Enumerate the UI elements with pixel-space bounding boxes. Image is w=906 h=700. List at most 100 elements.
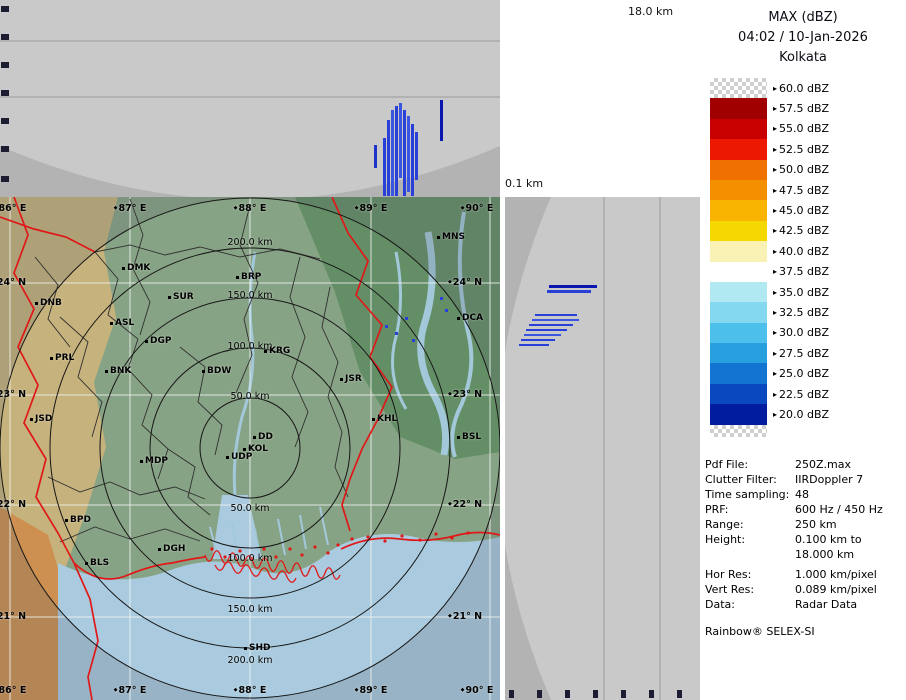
right-cross-section-panel bbox=[505, 197, 700, 700]
station-name: BLS bbox=[90, 558, 109, 568]
grid-tick-icon: ◆ bbox=[448, 613, 452, 619]
info-label: Time sampling: bbox=[705, 488, 789, 501]
station-name: KHL bbox=[377, 414, 397, 424]
station-name: DMK bbox=[127, 263, 150, 273]
product-info-block: Pdf File:250Z.maxClutter Filter:IIRDoppl… bbox=[700, 458, 906, 613]
radar-echo-pixel bbox=[440, 297, 443, 300]
station-dot bbox=[30, 418, 33, 421]
dbz-swatch bbox=[710, 200, 767, 220]
scale-tick-icon: ▸ bbox=[773, 247, 777, 256]
dbz-swatch bbox=[710, 119, 767, 139]
station-name: KRG bbox=[269, 346, 290, 356]
dbz-color-scale: ▸60.0 dBZ▸57.5 dBZ▸55.0 dBZ▸52.5 dBZ▸50.… bbox=[710, 78, 900, 437]
lon-text: 90° E bbox=[466, 685, 494, 696]
scale-tick-icon: ▸ bbox=[773, 308, 777, 317]
station-name: BPD bbox=[70, 515, 91, 525]
radar-echo-bar bbox=[415, 132, 418, 180]
scale-tick-icon: ▸ bbox=[773, 267, 777, 276]
axis-tick bbox=[537, 690, 542, 698]
info-label: Clutter Filter: bbox=[705, 473, 777, 486]
info-label: Data: bbox=[705, 598, 735, 611]
dbz-label: ▸40.0 dBZ bbox=[767, 245, 829, 258]
station-dot bbox=[145, 340, 148, 343]
dbz-value: 30.0 dBZ bbox=[779, 326, 829, 339]
dbz-scale-row: ▸25.0 dBZ bbox=[710, 363, 900, 383]
info-row: Height:0.100 km to bbox=[700, 533, 906, 548]
lat-label: ◆23° N bbox=[0, 389, 26, 400]
station-label: BNK bbox=[105, 366, 131, 376]
station-dot bbox=[65, 519, 68, 522]
station-label: DGP bbox=[145, 336, 171, 346]
grid-tick-icon: ◆ bbox=[114, 205, 118, 211]
dbz-value: 40.0 dBZ bbox=[779, 245, 829, 258]
info-value: Radar Data bbox=[795, 598, 857, 611]
radar-echo-bar bbox=[521, 339, 555, 341]
station-name: BRP bbox=[241, 272, 261, 282]
grid-tick-icon: ◆ bbox=[355, 205, 359, 211]
radar-echo-bar bbox=[519, 344, 549, 346]
dbz-scale-row: ▸27.5 dBZ bbox=[710, 343, 900, 363]
station-dot bbox=[140, 460, 143, 463]
dbz-label: ▸60.0 dBZ bbox=[767, 82, 829, 95]
dbz-swatch bbox=[710, 262, 767, 282]
station-dot bbox=[340, 378, 343, 381]
station-dot bbox=[168, 296, 171, 299]
lat-label: ◆24° N bbox=[0, 277, 26, 288]
dbz-swatch bbox=[710, 221, 767, 241]
radar-station-name: Kolkata bbox=[700, 48, 906, 68]
axis-tick bbox=[1, 6, 9, 12]
dbz-label: ▸27.5 dBZ bbox=[767, 347, 829, 360]
grid-tick-icon: ◆ bbox=[461, 205, 465, 211]
radar-echo-bar bbox=[399, 103, 402, 178]
dbz-swatch bbox=[710, 98, 767, 118]
station-dot bbox=[457, 317, 460, 320]
station-name: DNB bbox=[40, 298, 62, 308]
lat-label: ◆22° N bbox=[448, 499, 482, 510]
station-label: ASL bbox=[110, 318, 134, 328]
radar-echo-bar bbox=[532, 319, 579, 321]
radar-echo-bar bbox=[403, 110, 406, 196]
axis-tick bbox=[565, 690, 570, 698]
range-ring-label: 100.0 km bbox=[228, 553, 273, 564]
station-label: DMK bbox=[122, 263, 150, 273]
range-ring-label: 50.0 km bbox=[231, 391, 270, 402]
station-label: DNB bbox=[35, 298, 62, 308]
dbz-swatch bbox=[710, 363, 767, 383]
range-ring-label: 50.0 km bbox=[231, 503, 270, 514]
lat-text: 23° N bbox=[453, 389, 482, 400]
grid-tick-icon: ◆ bbox=[114, 687, 118, 693]
lat-text: 24° N bbox=[0, 277, 26, 288]
info-label: Hor Res: bbox=[705, 568, 751, 581]
scale-tick-icon: ▸ bbox=[773, 226, 777, 235]
dbz-swatch bbox=[710, 384, 767, 404]
info-row: Time sampling:48 bbox=[700, 488, 906, 503]
station-dot bbox=[253, 436, 256, 439]
station-name: JSR bbox=[345, 374, 362, 384]
station-dot bbox=[244, 647, 247, 650]
scale-tick-icon: ▸ bbox=[773, 349, 777, 358]
dbz-scale-row: ▸37.5 dBZ bbox=[710, 262, 900, 282]
station-name: ASL bbox=[115, 318, 134, 328]
station-dot bbox=[122, 267, 125, 270]
radar-echo-bar bbox=[395, 106, 398, 196]
axis-tick bbox=[509, 690, 514, 698]
station-label: BPD bbox=[65, 515, 91, 525]
station-dot bbox=[226, 456, 229, 459]
station-dot bbox=[158, 548, 161, 551]
grid-tick-icon: ◆ bbox=[448, 279, 452, 285]
station-label: SUR bbox=[168, 292, 194, 302]
radar-echo-bar bbox=[526, 329, 567, 331]
station-label: DGH bbox=[158, 544, 185, 554]
info-label: Range: bbox=[705, 518, 744, 531]
station-dot bbox=[85, 562, 88, 565]
map-labels-layer: 200.0 km150.0 km100.0 km50.0 km50.0 km10… bbox=[0, 197, 500, 700]
station-label: KHL bbox=[372, 414, 397, 424]
dbz-value: 32.5 dBZ bbox=[779, 306, 829, 319]
lon-label: ◆88° E bbox=[234, 203, 267, 214]
radar-echo-bar bbox=[383, 138, 386, 196]
dbz-scale-row: ▸20.0 dBZ bbox=[710, 404, 900, 424]
station-name: DD bbox=[258, 432, 273, 442]
lat-text: 23° N bbox=[0, 389, 26, 400]
info-value: IIRDoppler 7 bbox=[795, 473, 863, 486]
dbz-scale-row: ▸40.0 dBZ bbox=[710, 241, 900, 261]
